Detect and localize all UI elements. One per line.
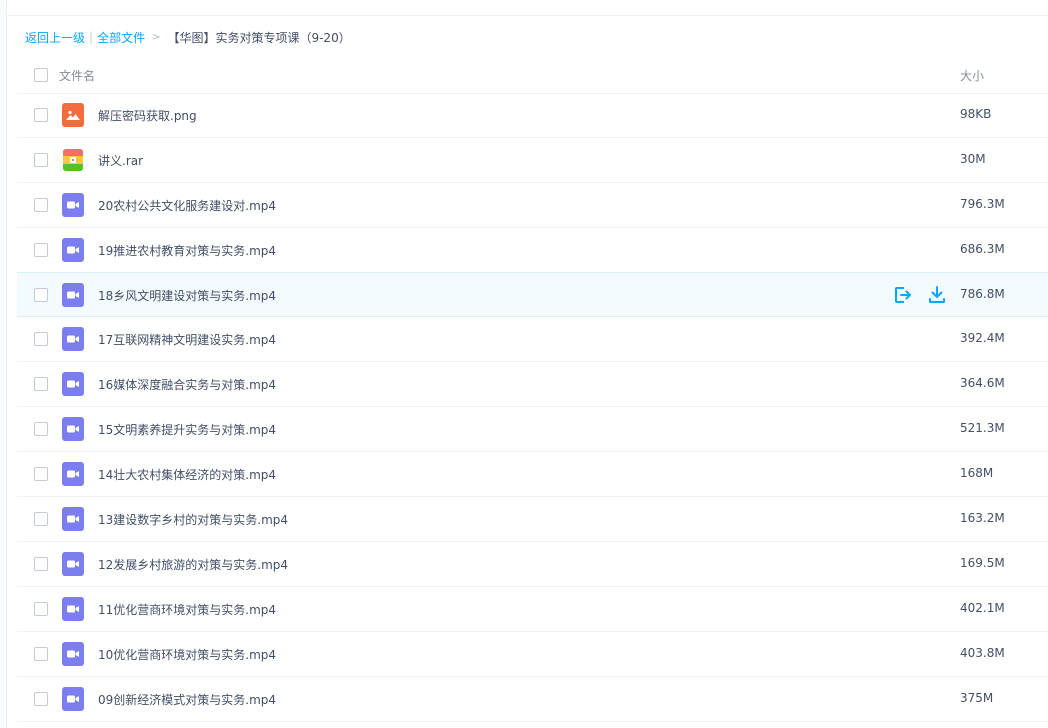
file-row[interactable]: 18乡风文明建设对策与实务.mp4 786.8M: [17, 272, 1048, 317]
file-size: 375M: [960, 691, 994, 705]
file-row[interactable]: 13建设数字乡村的对策与实务.mp4 163.2M: [17, 497, 1048, 542]
row-checkbox[interactable]: [34, 108, 48, 122]
file-size: 403.8M: [960, 646, 1005, 660]
file-row[interactable]: 讲义.rar 30M: [17, 138, 1048, 183]
file-size: 392.4M: [960, 331, 1005, 345]
video-file-icon: [62, 372, 84, 396]
row-checkbox[interactable]: [34, 243, 48, 257]
breadcrumb-arrow: >: [152, 31, 161, 43]
row-checkbox[interactable]: [34, 288, 48, 302]
file-row[interactable]: 解压密码获取.png 98KB: [17, 93, 1048, 138]
row-checkbox[interactable]: [34, 602, 48, 616]
file-row[interactable]: 17互联网精神文明建设实务.mp4 392.4M: [17, 317, 1048, 362]
file-size: 168M: [960, 466, 994, 480]
file-name[interactable]: 解压密码获取.png: [98, 107, 197, 124]
column-header-size[interactable]: 大小: [960, 67, 984, 84]
file-name[interactable]: 19推进农村教育对策与实务.mp4: [98, 242, 276, 259]
file-name[interactable]: 18乡风文明建设对策与实务.mp4: [98, 287, 276, 304]
file-name[interactable]: 09创新经济模式对策与实务.mp4: [98, 691, 276, 708]
top-divider: [7, 15, 1048, 16]
video-file-icon: [62, 507, 84, 531]
file-size: 796.3M: [960, 197, 1005, 211]
file-name[interactable]: 16媒体深度融合实务与对策.mp4: [98, 376, 276, 393]
row-checkbox[interactable]: [34, 422, 48, 436]
video-file-icon: [62, 238, 84, 262]
file-list: 解压密码获取.png 98KB 讲义.rar 30M 20农村公共文化服务建设对.mp4…: [17, 93, 1048, 722]
file-row[interactable]: 19推进农村教育对策与实务.mp4 686.3M: [17, 228, 1048, 273]
file-size: 30M: [960, 152, 986, 166]
file-row[interactable]: 10优化营商环境对策与实务.mp4 403.8M: [17, 632, 1048, 677]
video-file-icon: [62, 462, 84, 486]
row-checkbox[interactable]: [34, 467, 48, 481]
video-file-icon: [62, 193, 84, 217]
file-size: 98KB: [960, 107, 992, 121]
file-name[interactable]: 17互联网精神文明建设实务.mp4: [98, 331, 276, 348]
video-file-icon: [62, 283, 84, 307]
row-checkbox[interactable]: [34, 332, 48, 346]
file-name[interactable]: 11优化营商环境对策与实务.mp4: [98, 601, 276, 618]
all-files-link[interactable]: 全部文件: [97, 29, 145, 46]
file-size: 364.6M: [960, 376, 1005, 390]
file-row[interactable]: 09创新经济模式对策与实务.mp4 375M: [17, 677, 1048, 722]
file-name[interactable]: 20农村公共文化服务建设对.mp4: [98, 197, 276, 214]
file-list-header: 文件名 大小: [17, 56, 1048, 94]
row-checkbox[interactable]: [34, 198, 48, 212]
file-name[interactable]: 12发展乡村旅游的对策与实务.mp4: [98, 556, 288, 573]
file-row[interactable]: 16媒体深度融合实务与对策.mp4 364.6M: [17, 362, 1048, 407]
file-name[interactable]: 14壮大农村集体经济的对策.mp4: [98, 466, 276, 483]
video-file-icon: [62, 417, 84, 441]
file-size: 521.3M: [960, 421, 1005, 435]
row-checkbox[interactable]: [34, 692, 48, 706]
video-file-icon: [62, 552, 84, 576]
back-link[interactable]: 返回上一级: [25, 29, 85, 46]
file-row[interactable]: 20农村公共文化服务建设对.mp4 796.3M: [17, 183, 1048, 228]
row-checkbox[interactable]: [34, 377, 48, 391]
column-header-name[interactable]: 文件名: [59, 67, 95, 84]
breadcrumb: 返回上一级 | 全部文件 > 【华图】实务对策专项课（9-20）: [25, 29, 351, 45]
row-checkbox[interactable]: [34, 647, 48, 661]
file-size: 163.2M: [960, 511, 1005, 525]
video-file-icon: [62, 327, 84, 351]
download-icon[interactable]: [927, 285, 947, 305]
file-name[interactable]: 10优化营商环境对策与实务.mp4: [98, 646, 276, 663]
row-actions: [893, 285, 947, 305]
archive-file-icon: [62, 148, 84, 172]
breadcrumb-separator: |: [89, 30, 94, 44]
video-file-icon: [62, 642, 84, 666]
file-size: 786.8M: [960, 287, 1005, 301]
row-checkbox[interactable]: [34, 512, 48, 526]
file-name[interactable]: 讲义.rar: [98, 152, 143, 169]
share-icon[interactable]: [893, 285, 913, 305]
video-file-icon: [62, 597, 84, 621]
select-all-checkbox[interactable]: [34, 68, 48, 82]
file-row[interactable]: 14壮大农村集体经济的对策.mp4 168M: [17, 452, 1048, 497]
file-name[interactable]: 13建设数字乡村的对策与实务.mp4: [98, 511, 288, 528]
row-checkbox[interactable]: [34, 153, 48, 167]
file-row[interactable]: 15文明素养提升实务与对策.mp4 521.3M: [17, 407, 1048, 452]
file-row[interactable]: 12发展乡村旅游的对策与实务.mp4 169.5M: [17, 542, 1048, 587]
file-row[interactable]: 11优化营商环境对策与实务.mp4 402.1M: [17, 587, 1048, 632]
file-size: 686.3M: [960, 242, 1005, 256]
left-panel-edge: [0, 0, 7, 728]
file-size: 169.5M: [960, 556, 1005, 570]
file-size: 402.1M: [960, 601, 1005, 615]
video-file-icon: [62, 687, 84, 711]
current-folder: 【华图】实务对策专项课（9-20）: [167, 30, 351, 45]
row-checkbox[interactable]: [34, 557, 48, 571]
file-name[interactable]: 15文明素养提升实务与对策.mp4: [98, 421, 276, 438]
image-file-icon: [62, 103, 84, 127]
